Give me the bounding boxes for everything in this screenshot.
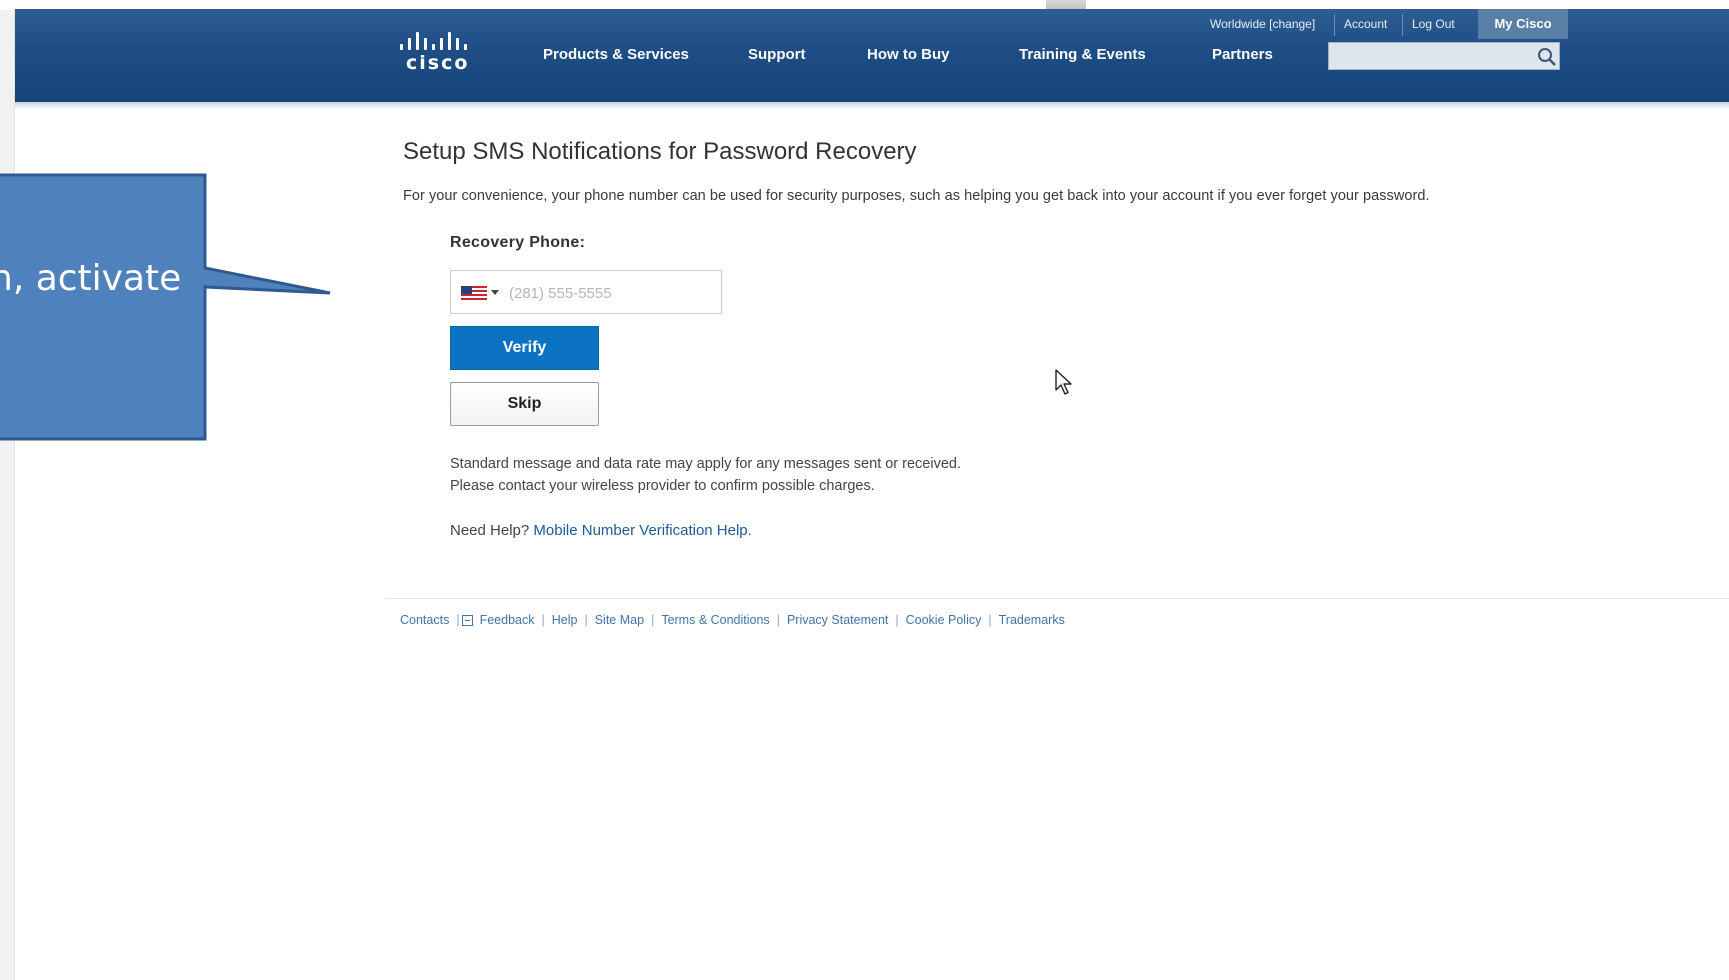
footer-terms-link[interactable]: Terms & Conditions [661, 613, 769, 627]
page-title: Setup SMS Notifications for Password Rec… [403, 138, 917, 165]
callout-text: n, activate [0, 258, 182, 299]
browser-viewport: cisco Products & Services Support How to… [0, 0, 1729, 980]
mobile-verification-help-link[interactable]: Mobile Number Verification Help. [533, 522, 751, 539]
feedback-icon [461, 614, 473, 626]
footer-contacts-link[interactable]: Contacts [400, 613, 449, 627]
my-cisco-button[interactable]: My Cisco [1478, 9, 1568, 39]
disclaimer-line-2: Please contact your wireless provider to… [450, 478, 875, 494]
nav-support[interactable]: Support [748, 46, 806, 63]
account-link[interactable]: Account [1344, 17, 1387, 31]
footer-site-map-link[interactable]: Site Map [595, 613, 644, 627]
footer-privacy-link[interactable]: Privacy Statement [787, 613, 888, 627]
footer-divider [385, 598, 1729, 599]
verify-button[interactable]: Verify [450, 326, 599, 370]
intro-text: For your convenience, your phone number … [403, 188, 1430, 204]
mouse-cursor-icon [1055, 369, 1072, 395]
recovery-phone-input[interactable] [509, 281, 709, 305]
need-help-label: Need Help? [450, 522, 530, 539]
utility-divider [1402, 14, 1403, 36]
recovery-phone-label: Recovery Phone: [450, 234, 586, 251]
footer-trademarks-link[interactable]: Trademarks [999, 613, 1065, 627]
skip-button[interactable]: Skip [450, 382, 599, 426]
us-flag-icon[interactable] [461, 286, 487, 300]
cisco-logo-text: cisco [406, 52, 470, 74]
nav-products-services[interactable]: Products & Services [543, 46, 689, 63]
cisco-logo-bars-icon [400, 32, 488, 50]
disclaimer-line-1: Standard message and data rate may apply… [450, 456, 962, 472]
search-icon[interactable] [1537, 47, 1557, 67]
nav-training-events[interactable]: Training & Events [1019, 46, 1146, 63]
need-help-line: Need Help? Mobile Number Verification He… [450, 522, 752, 539]
nav-partners[interactable]: Partners [1212, 46, 1273, 63]
footer-feedback-link[interactable]: Feedback [480, 613, 535, 627]
worldwide-change-link[interactable]: Worldwide [change] [1210, 17, 1315, 31]
cisco-logo[interactable]: cisco [398, 32, 488, 76]
header-search-input[interactable] [1328, 42, 1560, 70]
phone-field [450, 270, 722, 314]
country-dropdown-caret-icon[interactable] [491, 290, 499, 295]
footer-cookie-policy-link[interactable]: Cookie Policy [906, 613, 982, 627]
footer-help-link[interactable]: Help [552, 613, 578, 627]
utility-divider [1334, 14, 1335, 36]
callout-shape [0, 173, 331, 441]
nav-how-to-buy[interactable]: How to Buy [867, 46, 950, 63]
log-out-link[interactable]: Log Out [1412, 17, 1455, 31]
footer-links: Contacts | Feedback | Help | Site Map | … [400, 613, 1065, 627]
